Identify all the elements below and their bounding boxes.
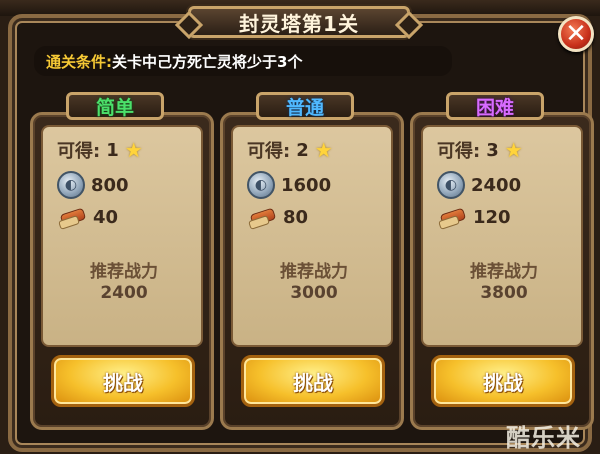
gain-label: 可得: xyxy=(57,141,101,162)
level-card-normal: 可得: 2 ★ ◐ 1600 80 推荐战力 3000 挑战 xyxy=(220,112,404,430)
recommended-power-value: 3000 xyxy=(290,283,338,303)
reward-panel: 可得: 2 ★ ◐ 1600 80 推荐战力 3000 xyxy=(231,125,393,347)
recommended-power-value: 3800 xyxy=(480,283,528,303)
close-button[interactable]: ✕ xyxy=(558,16,594,52)
close-icon: ✕ xyxy=(565,19,587,49)
recommended-power-label: 推荐战力 xyxy=(280,262,348,282)
difficulty-tab-normal: 普通 xyxy=(256,92,354,120)
scroll-amount: 120 xyxy=(473,207,511,228)
star-icon: ★ xyxy=(504,138,523,162)
coin-amount: 2400 xyxy=(471,174,522,196)
reward-panel: 可得: 1 ★ ◐ 800 40 推荐战力 2400 xyxy=(41,125,203,347)
coin-reward-row: ◐ 800 xyxy=(57,171,129,199)
star-icon: ★ xyxy=(314,138,333,162)
condition-label: 通关条件: xyxy=(46,52,112,71)
coin-amount: 1600 xyxy=(281,174,332,196)
scroll-reward-row: 120 xyxy=(437,207,511,228)
star-reward-row: 可得: 2 ★ xyxy=(247,137,333,163)
coin-reward-row: ◐ 2400 xyxy=(437,171,521,199)
silver-coin-icon: ◐ xyxy=(247,171,275,199)
gain-label: 可得: xyxy=(437,141,481,162)
scroll-amount: 80 xyxy=(283,207,309,228)
dialog-title: 封灵塔第1关 xyxy=(188,6,410,38)
gain-label: 可得: xyxy=(247,141,291,162)
condition-text: 关卡中己方死亡灵将少于3个 xyxy=(112,52,303,71)
star-count: 2 xyxy=(296,139,309,161)
scroll-amount: 40 xyxy=(93,207,119,228)
star-count: 1 xyxy=(106,139,119,161)
recommended-power-label: 推荐战力 xyxy=(90,262,158,282)
silver-coin-icon: ◐ xyxy=(57,171,85,199)
recommended-power-value: 2400 xyxy=(100,283,148,303)
star-reward-row: 可得: 1 ★ xyxy=(57,137,143,163)
coin-amount: 800 xyxy=(91,174,129,196)
star-count: 3 xyxy=(486,139,499,161)
reward-panel: 可得: 3 ★ ◐ 2400 120 推荐战力 3800 xyxy=(421,125,583,347)
scroll-reward-row: 80 xyxy=(247,207,308,228)
scroll-reward-row: 40 xyxy=(57,207,118,228)
difficulty-tab-hard: 困难 xyxy=(446,92,544,120)
scroll-icon xyxy=(437,208,467,228)
star-reward-row: 可得: 3 ★ xyxy=(437,137,523,163)
site-watermark: 酷乐米 xyxy=(506,424,581,452)
level-card-easy: 可得: 1 ★ ◐ 800 40 推荐战力 2400 挑战 xyxy=(30,112,214,430)
difficulty-tab-easy: 简单 xyxy=(66,92,164,120)
coin-reward-row: ◐ 1600 xyxy=(247,171,331,199)
scroll-icon xyxy=(247,208,277,228)
challenge-button-easy[interactable]: 挑战 xyxy=(51,355,195,407)
level-card-hard: 可得: 3 ★ ◐ 2400 120 推荐战力 3800 挑战 xyxy=(410,112,594,430)
challenge-button-hard[interactable]: 挑战 xyxy=(431,355,575,407)
recommended-power-label: 推荐战力 xyxy=(470,262,538,282)
silver-coin-icon: ◐ xyxy=(437,171,465,199)
star-icon: ★ xyxy=(124,138,143,162)
scroll-icon xyxy=(57,208,87,228)
clear-condition-bar: 通关条件: 关卡中己方死亡灵将少于3个 xyxy=(34,46,452,76)
challenge-button-normal[interactable]: 挑战 xyxy=(241,355,385,407)
